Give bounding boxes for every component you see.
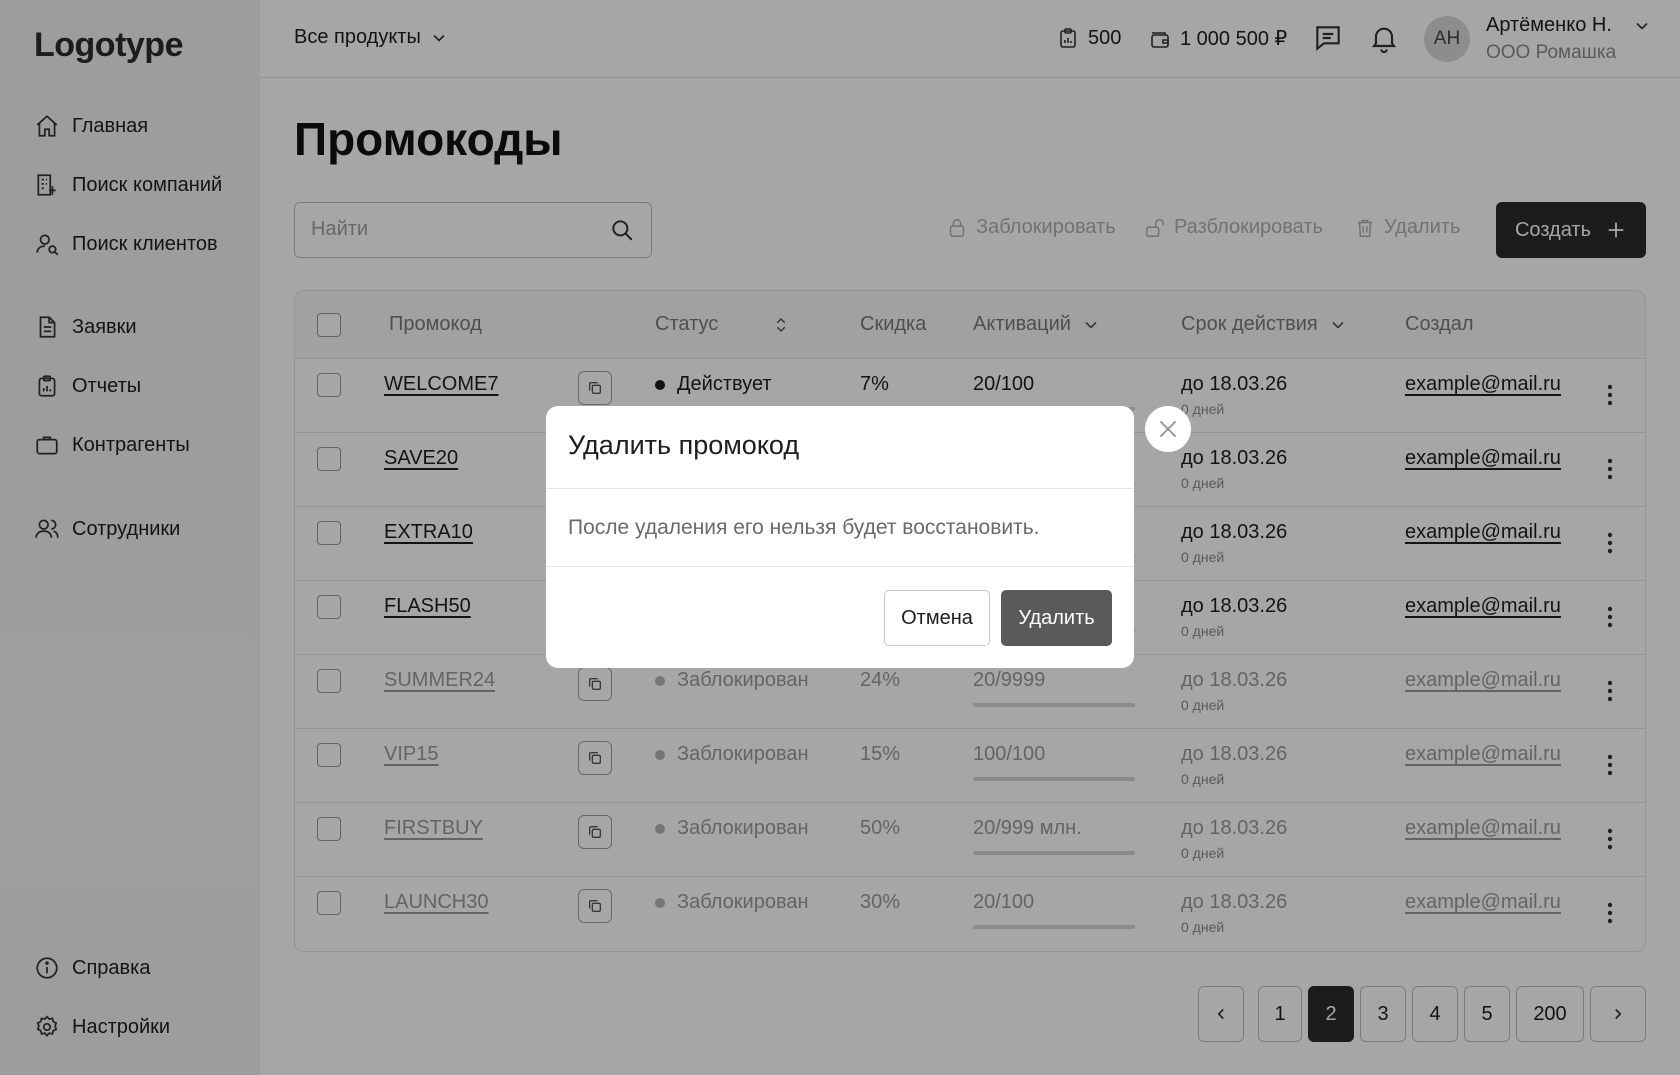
modal-title: Удалить промокод (568, 430, 800, 460)
close-icon (1159, 420, 1177, 438)
modal-divider (546, 566, 1134, 567)
modal-body: После удаления его нельзя будет восстано… (568, 516, 1040, 539)
modal-close-button[interactable] (1145, 406, 1191, 452)
delete-modal: Удалить промокод После удаления его нель… (546, 406, 1134, 668)
confirm-delete-button[interactable]: Удалить (1001, 590, 1112, 646)
cancel-button[interactable]: Отмена (884, 590, 990, 646)
modal-divider (546, 488, 1134, 489)
